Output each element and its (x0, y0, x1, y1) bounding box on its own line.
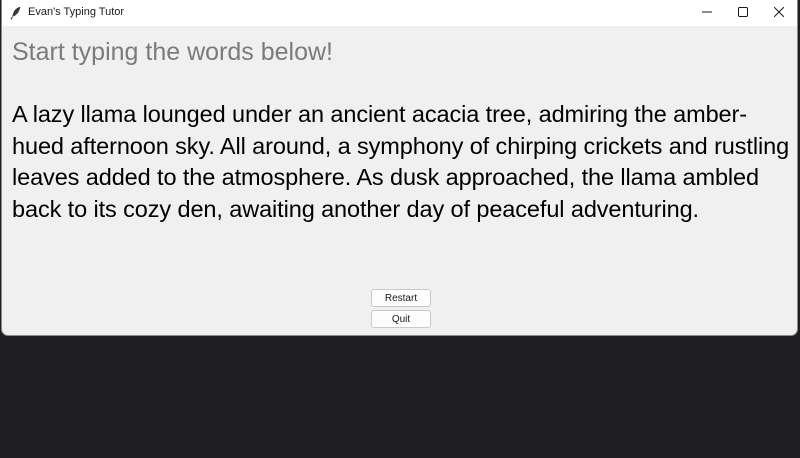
typing-area: Start typing the words below! A lazy lla… (2, 26, 797, 335)
maximize-button[interactable] (724, 0, 762, 26)
restart-button[interactable]: Restart (371, 289, 431, 307)
minimize-button[interactable] (688, 0, 726, 26)
instruction-prompt: Start typing the words below! (12, 38, 333, 66)
close-icon (773, 4, 785, 22)
quit-button[interactable]: Quit (371, 310, 431, 328)
feather-icon (10, 6, 22, 20)
minimize-icon (702, 4, 712, 22)
close-button[interactable] (760, 0, 797, 26)
maximize-icon (738, 4, 748, 22)
typing-passage: A lazy llama lounged under an ancient ac… (12, 101, 790, 223)
app-window: Evan's Typing Tutor Start typing the wor… (1, 0, 798, 336)
title-bar[interactable]: Evan's Typing Tutor (2, 0, 797, 26)
window-title: Evan's Typing Tutor (28, 6, 125, 18)
